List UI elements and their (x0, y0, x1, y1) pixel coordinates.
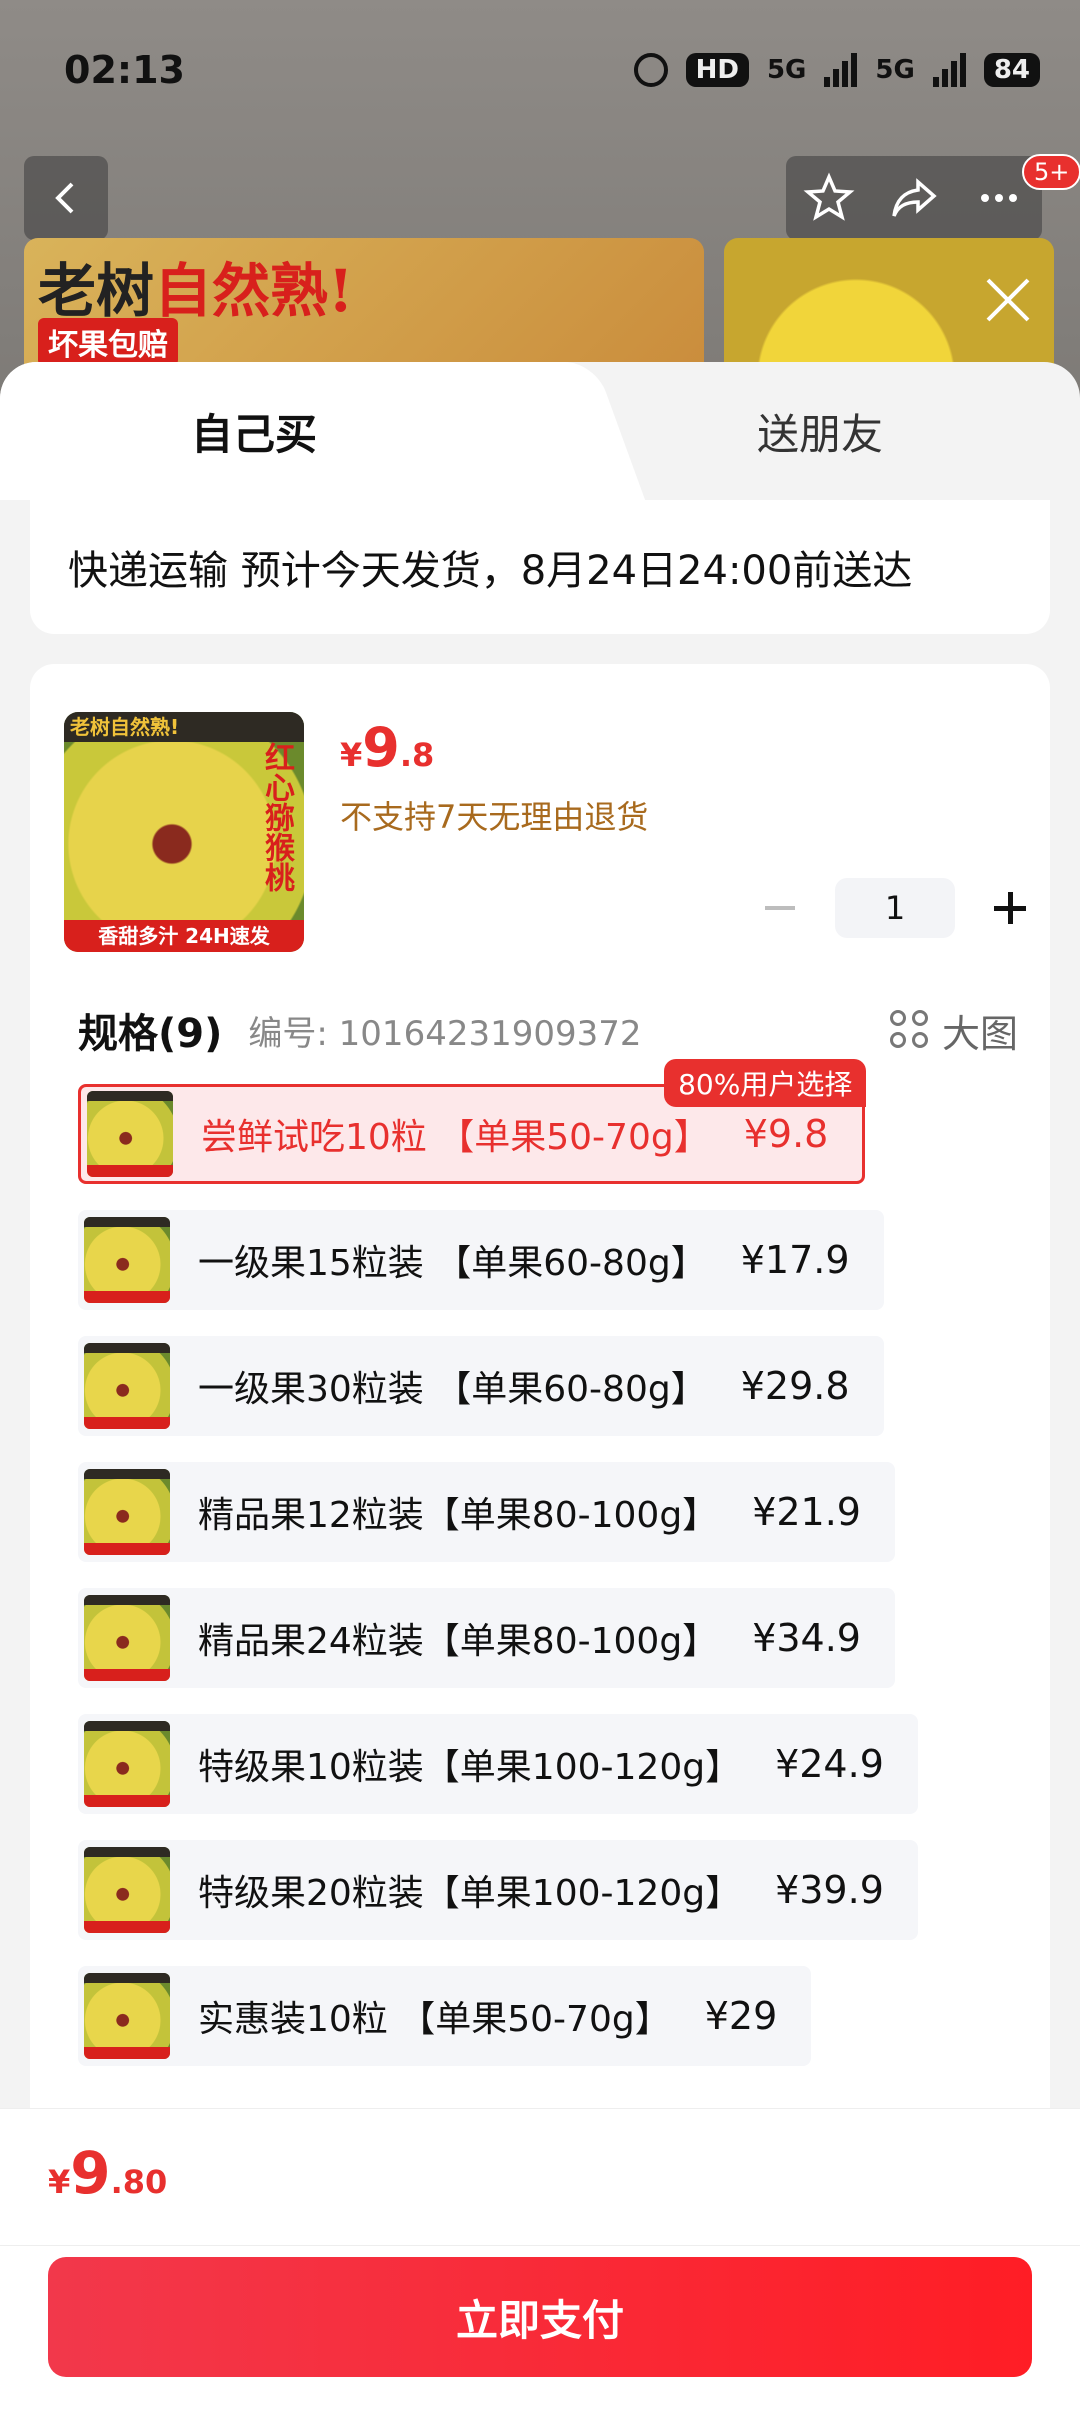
spec-option-price: ¥29.8 (740, 1364, 850, 1408)
spec-title: 规格(9) (78, 1011, 223, 1057)
pay-now-button[interactable]: 立即支付 (48, 2257, 1032, 2377)
share-icon[interactable] (888, 172, 940, 224)
spec-option[interactable]: 精品果24粒装【单果80-100g】 ¥34.9 (78, 1588, 895, 1688)
spec-thumbnail (84, 1847, 170, 1933)
spec-option-price: ¥24.9 (775, 1742, 884, 1786)
spec-option-name: 实惠装10粒 【单果50-70g】 (198, 1999, 671, 2040)
return-policy-note: 不支持7天无理由退货 (340, 798, 649, 836)
notification-badge: 5+ (1022, 154, 1080, 190)
banner-title: 老树自然熟! (38, 244, 353, 328)
spec-option-name: 特级果10粒装【单果100-120g】 (198, 1747, 742, 1788)
spec-option[interactable]: 特级果10粒装【单果100-120g】 ¥24.9 (78, 1714, 918, 1814)
thumbnail-bottom-text: 香甜多汁 24H速发 (64, 920, 304, 952)
signal-icon (824, 53, 858, 87)
spec-option[interactable]: 特级果20粒装【单果100-120g】 ¥39.9 (78, 1840, 918, 1940)
status-icons: HD 5G 5G 84 (633, 53, 1040, 87)
spec-option-price: ¥9.8 (743, 1112, 829, 1156)
quantity-stepper: 1 (750, 876, 1040, 940)
spec-option-price: ¥17.9 (740, 1238, 850, 1282)
total-currency: ¥ (48, 2163, 71, 2201)
battery-icon: 84 (983, 53, 1040, 87)
spec-option-name: 尝鲜试吃10粒 【单果50-70g】 (201, 1117, 710, 1158)
decrease-button[interactable] (750, 878, 810, 938)
hd-icon: HD (685, 53, 749, 87)
nav-actions (786, 156, 1042, 240)
price-currency: ¥ (340, 736, 363, 774)
spec-thumbnail (84, 1595, 170, 1681)
thumbnail-side-text: 红心猕猴桃 (259, 742, 294, 892)
spec-option-name: 精品果24粒装【单果80-100g】 (198, 1621, 719, 1662)
minus-icon (765, 906, 795, 910)
spec-option-price: ¥39.9 (775, 1868, 884, 1912)
product-code: 编号: 10164231909372 (248, 1013, 642, 1054)
spec-thumbnail (84, 1721, 170, 1807)
spec-option[interactable]: 一级果30粒装 【单果60-80g】 ¥29.8 (78, 1336, 884, 1436)
more-icon[interactable] (973, 172, 1025, 224)
purchase-sheet: 自己买 送朋友 快递运输 预计今天发货，8月24日24:00前送达 老树自然熟!… (0, 362, 1080, 2412)
spec-thumbnail (84, 1217, 170, 1303)
divider (0, 2245, 1080, 2246)
product-thumbnail[interactable]: 老树自然熟! 红心猕猴桃 香甜多汁 24H速发 (64, 712, 304, 952)
tab-self-buy[interactable]: 自己买 (0, 362, 560, 500)
back-button[interactable] (24, 156, 108, 240)
spec-option-price: ¥21.9 (752, 1490, 861, 1534)
close-icon[interactable] (980, 272, 1036, 328)
network-label-1: 5G (766, 55, 807, 85)
delivery-info: 快递运输 预计今天发货，8月24日24:00前送达 (30, 500, 1050, 634)
spec-header: 规格(9) 编号: 10164231909372 大图 (78, 1000, 1018, 1060)
big-picture-toggle[interactable]: 大图 (889, 1003, 1018, 1058)
popular-choice-badge: 80%用户选择 (664, 1059, 867, 1107)
price-decimal: .8 (399, 736, 435, 774)
spec-option-name: 一级果15粒装 【单果60-80g】 (198, 1243, 707, 1284)
spec-option[interactable]: 实惠装10粒 【单果50-70g】 ¥29 (78, 1966, 812, 2066)
star-icon[interactable] (803, 172, 855, 224)
total-price: ¥9.80 (48, 2139, 167, 2207)
spec-thumbnail (87, 1091, 173, 1177)
spec-options-list: 80%用户选择 尝鲜试吃10粒 【单果50-70g】 ¥9.8 一级果15粒装 … (78, 1059, 1028, 2092)
tab-self-buy-label: 自己买 (190, 409, 317, 459)
spec-option-name: 一级果30粒装 【单果60-80g】 (198, 1369, 707, 1410)
status-bar: 02:13 HD 5G 5G 84 (0, 0, 1080, 140)
spec-option-selected[interactable]: 80%用户选择 尝鲜试吃10粒 【单果50-70g】 ¥9.8 (78, 1059, 867, 1184)
alarm-icon (633, 53, 668, 87)
spec-thumbnail (84, 1343, 170, 1429)
total-decimal: .80 (110, 2163, 168, 2201)
banner-title-part2: 自然熟! (154, 257, 354, 325)
big-picture-label: 大图 (941, 1011, 1018, 1056)
spec-option-price: ¥29 (704, 1994, 778, 2038)
checkout-bar: ¥9.80 立即支付 (0, 2108, 1080, 2412)
signal-icon-2 (932, 53, 966, 87)
spec-thumbnail (84, 1469, 170, 1555)
banner-title-part1: 老树 (38, 257, 155, 325)
product-price: ¥9.8 (340, 716, 434, 779)
network-label-2: 5G (875, 55, 915, 85)
status-time: 02:13 (64, 48, 185, 92)
tab-bar: 自己买 送朋友 (0, 362, 1080, 500)
spec-option-name: 特级果20粒装【单果100-120g】 (198, 1873, 742, 1914)
thumbnail-top-text: 老树自然熟! (64, 712, 304, 742)
quantity-value[interactable]: 1 (835, 878, 955, 938)
increase-button[interactable] (980, 878, 1040, 938)
banner-subtitle: 坏果包赔 (38, 318, 178, 366)
spec-option[interactable]: 一级果15粒装 【单果60-80g】 ¥17.9 (78, 1210, 884, 1310)
tab-gift-friend[interactable]: 送朋友 (560, 362, 1080, 500)
grid-icon (889, 1010, 930, 1050)
total-integer: 9 (70, 2139, 111, 2207)
spec-option[interactable]: 精品果12粒装【单果80-100g】 ¥21.9 (78, 1462, 895, 1562)
spec-option-price: ¥34.9 (752, 1616, 861, 1660)
spec-thumbnail (84, 1973, 170, 2059)
spec-option-name: 精品果12粒装【单果80-100g】 (198, 1495, 719, 1536)
chevron-left-icon (55, 182, 74, 214)
price-integer: 9 (362, 716, 400, 779)
